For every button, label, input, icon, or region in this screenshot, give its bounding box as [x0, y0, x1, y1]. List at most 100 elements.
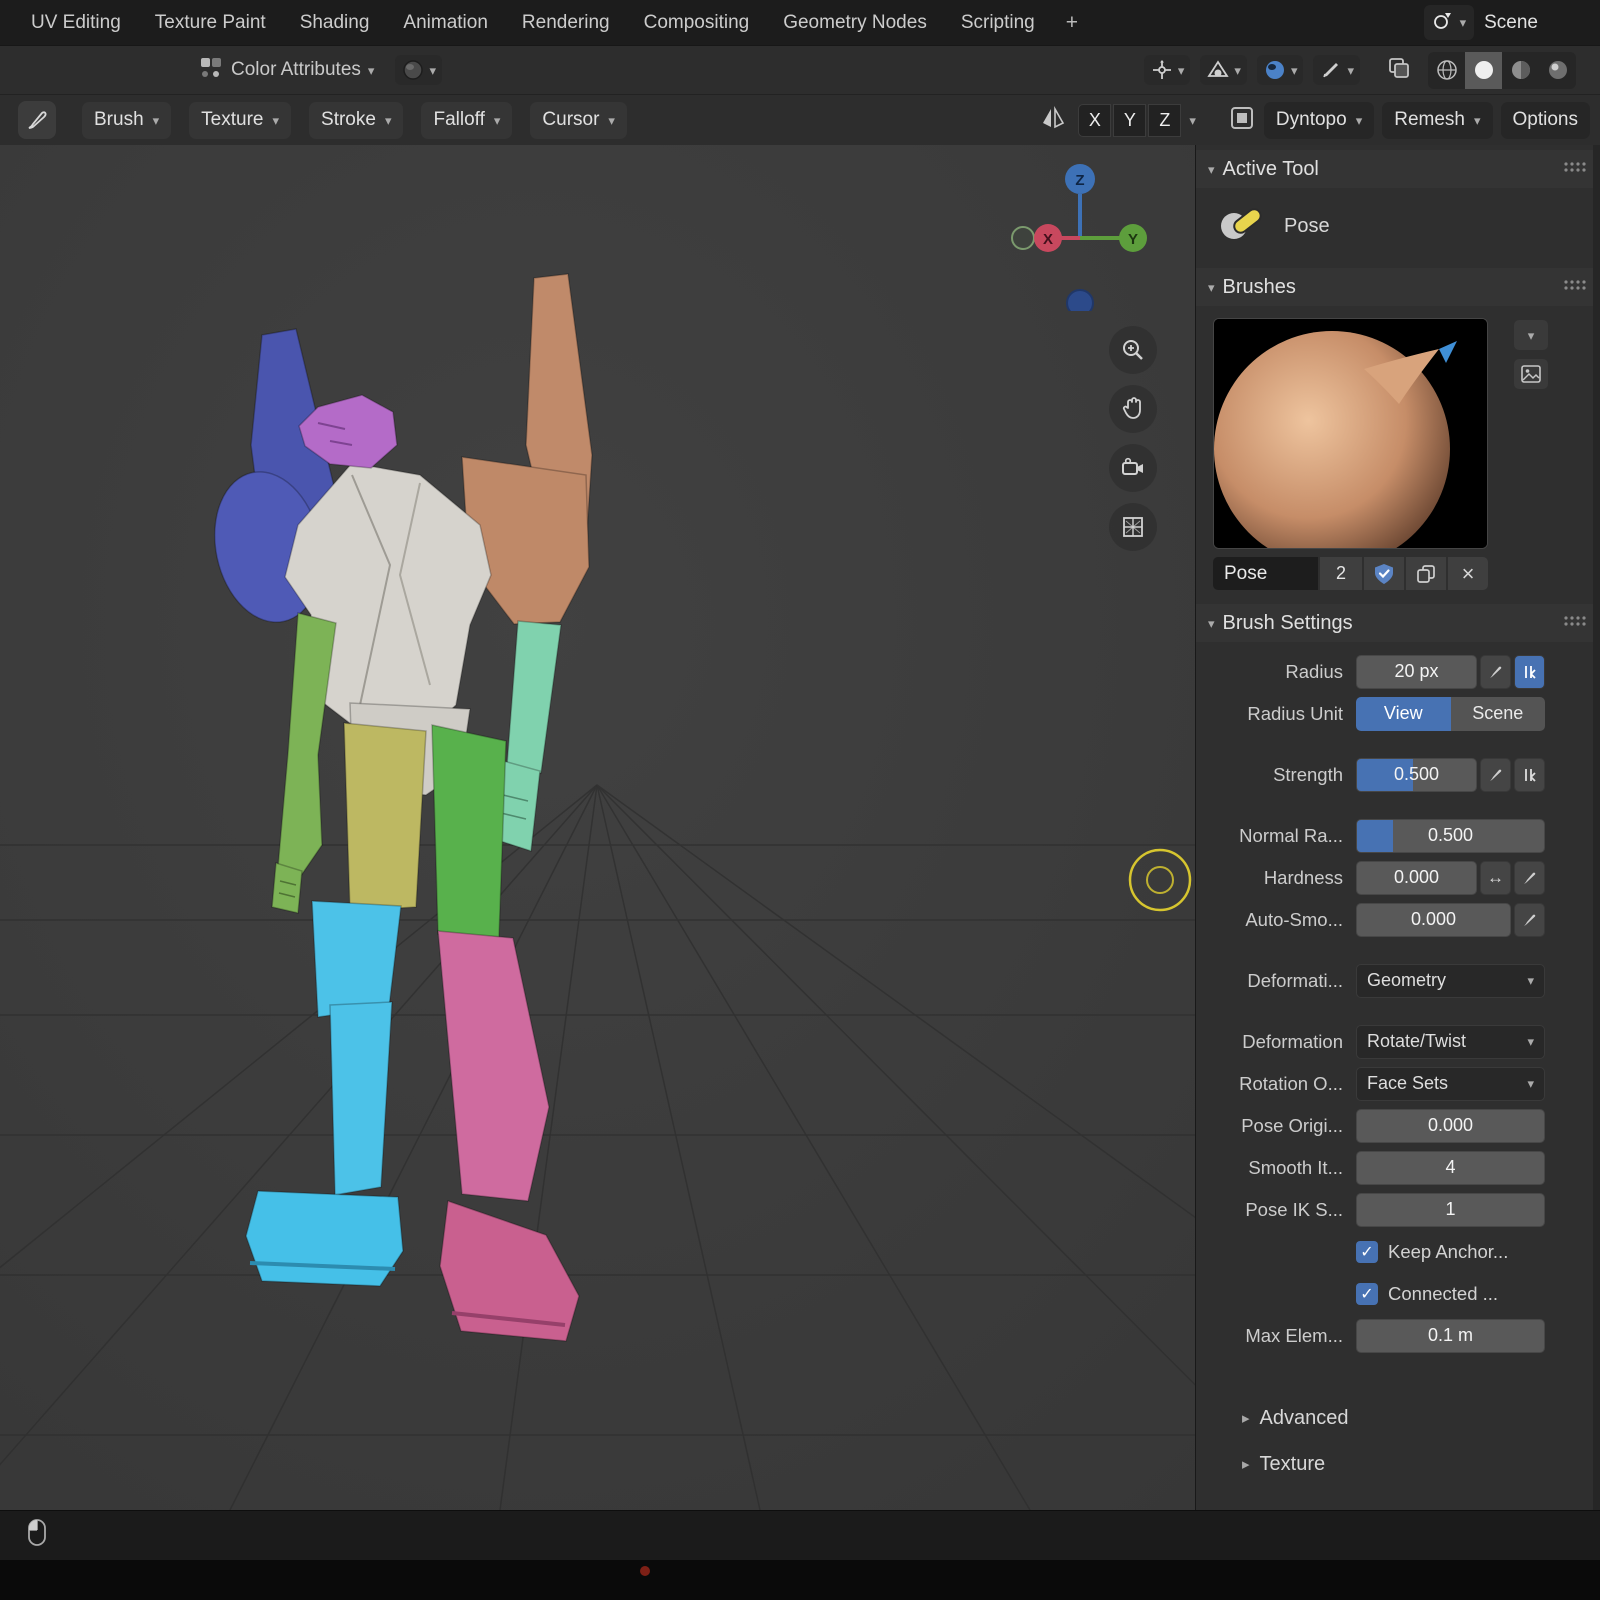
tab-uv-editing[interactable]: UV Editing [14, 0, 138, 45]
viewport-shading-sphere-toggle[interactable]: ▾ [1257, 55, 1304, 85]
deformation-target-row: Deformati... Geometry ▾ [1196, 962, 1545, 999]
viewport-overlays-toggle[interactable]: ▾ [1200, 55, 1247, 85]
add-workspace-button[interactable]: + [1052, 0, 1092, 45]
brushes-header[interactable]: ▾ Brushes [1196, 268, 1600, 306]
radius-unit-view-option[interactable]: View [1356, 697, 1451, 731]
viewport-header-row: Color Attributes ▾ ▾ ▾ ▾ ▾ ▾ [0, 45, 1600, 94]
shading-solid-button[interactable] [1465, 52, 1502, 89]
keep-anchor-checkbox[interactable]: ✓ [1356, 1241, 1378, 1263]
hardness-invert-icon[interactable]: ↔ [1480, 861, 1511, 895]
auto-smooth-pressure-brush-icon[interactable] [1514, 903, 1545, 937]
dyntopo-dropdown[interactable]: Dyntopo▾ [1264, 102, 1374, 139]
pose-ik-slider[interactable]: 1 [1356, 1193, 1545, 1227]
scene-name-label[interactable]: Scene [1484, 12, 1538, 34]
connected-checkbox[interactable]: ✓ [1356, 1283, 1378, 1305]
active-tool-header[interactable]: ▾ Active Tool [1196, 150, 1600, 188]
chevron-down-icon: ▾ [608, 114, 615, 127]
radius-unit-toggle-icon[interactable] [1514, 655, 1545, 689]
hardness-slider[interactable]: 0.000 [1356, 861, 1477, 895]
strength-slider[interactable]: 0.500 [1356, 758, 1477, 792]
fake-user-shield-button[interactable] [1364, 557, 1404, 590]
options-button[interactable]: Options [1501, 102, 1590, 139]
gizmo-minus-y[interactable] [1012, 227, 1034, 249]
chevron-down-icon: ▾ [1208, 617, 1215, 630]
shading-rendered-button[interactable] [1539, 52, 1576, 89]
brush-dropdown[interactable]: Brush▾ [82, 102, 171, 139]
sculpt-model-canvas[interactable] [0, 145, 1195, 1510]
active-tool-display[interactable]: Pose [1196, 188, 1600, 263]
tab-compositing[interactable]: Compositing [627, 0, 767, 45]
mirror-y-toggle[interactable]: Y [1113, 104, 1146, 137]
brush-image-button[interactable] [1514, 359, 1548, 389]
brush-color-swatch[interactable]: ▾ [395, 55, 442, 85]
mirror-z-toggle[interactable]: Z [1148, 104, 1181, 137]
stroke-dropdown[interactable]: Stroke▾ [309, 102, 403, 139]
chevron-down-icon[interactable]: ▾ [368, 64, 375, 77]
shading-material-button[interactable] [1502, 52, 1539, 89]
mirror-x-toggle[interactable]: X [1078, 104, 1111, 137]
window-bottom-edge [0, 1560, 1600, 1600]
brush-settings-header[interactable]: ▾ Brush Settings [1196, 604, 1600, 642]
pan-hand-button[interactable] [1109, 385, 1157, 433]
deformation-row: Deformation Rotate/Twist ▾ [1196, 1023, 1545, 1060]
radius-slider[interactable]: 20 px [1356, 655, 1477, 689]
chevron-down-icon: ▾ [1460, 16, 1467, 29]
radius-pressure-brush-icon[interactable] [1480, 655, 1511, 689]
active-brush-icon-button[interactable] [18, 101, 56, 139]
tab-shading[interactable]: Shading [283, 0, 387, 45]
deformation-target-dropdown[interactable]: Geometry ▾ [1356, 964, 1545, 998]
cursor-dropdown[interactable]: Cursor▾ [530, 102, 627, 139]
falloff-dropdown[interactable]: Falloff▾ [421, 102, 512, 139]
advanced-subpanel-header[interactable]: ▸ Advanced [1242, 1397, 1586, 1439]
radius-unit-scene-option[interactable]: Scene [1451, 697, 1546, 731]
strength-input-toggle-icon[interactable] [1514, 758, 1545, 792]
brush-name-input[interactable]: Pose [1213, 557, 1318, 590]
texture-dropdown[interactable]: Texture▾ [189, 102, 291, 139]
scene-selector[interactable]: ▾ [1424, 5, 1475, 40]
smooth-iterations-slider[interactable]: 4 [1356, 1151, 1545, 1185]
strength-pressure-brush-icon[interactable] [1480, 758, 1511, 792]
remesh-dropdown[interactable]: Remesh▾ [1382, 102, 1492, 139]
max-element-slider[interactable]: 0.1 m [1356, 1319, 1545, 1353]
tab-rendering[interactable]: Rendering [505, 0, 627, 45]
perspective-toggle-button[interactable] [1109, 503, 1157, 551]
rotation-origins-dropdown[interactable]: Face Sets ▾ [1356, 1067, 1545, 1101]
normal-radius-slider[interactable]: 0.500 [1356, 819, 1545, 853]
auto-smooth-slider[interactable]: 0.000 [1356, 903, 1511, 937]
xray-toggle-icon[interactable] [1386, 55, 1412, 86]
hardness-pressure-brush-icon[interactable] [1514, 861, 1545, 895]
duplicate-brush-button[interactable] [1406, 557, 1446, 590]
deformation-dropdown[interactable]: Rotate/Twist ▾ [1356, 1025, 1545, 1059]
zoom-button[interactable] [1109, 326, 1157, 374]
brush-user-count-button[interactable]: 2 [1320, 557, 1362, 590]
gizmo-minus-z[interactable] [1067, 290, 1093, 311]
brush-preview-dropdown-button[interactable]: ▾ [1514, 320, 1548, 350]
annotate-pen-toggle[interactable]: ▾ [1313, 55, 1360, 85]
tab-animation[interactable]: Animation [386, 0, 505, 45]
brush-preview-thumbnail[interactable] [1213, 318, 1488, 549]
3d-viewport[interactable]: Z X Y [0, 145, 1195, 1510]
panel-grip-icon[interactable] [1562, 614, 1588, 632]
texture-subpanel-header[interactable]: ▸ Texture [1242, 1443, 1586, 1485]
svg-text:X: X [1043, 231, 1053, 248]
pose-ik-row: Pose IK S... 1 [1196, 1191, 1545, 1228]
smooth-iterations-row: Smooth It... 4 [1196, 1149, 1545, 1186]
viewport-gizmos-toggle[interactable]: ▾ [1144, 55, 1191, 85]
remove-brush-button[interactable]: × [1448, 557, 1488, 590]
tab-texture-paint[interactable]: Texture Paint [138, 0, 283, 45]
chevron-down-icon[interactable]: ▾ [1189, 114, 1196, 127]
orientation-gizmo[interactable]: Z X Y [1008, 161, 1153, 311]
connected-row: ✓ Connected ... [1356, 1275, 1545, 1312]
shading-wireframe-button[interactable] [1428, 52, 1465, 89]
tab-scripting[interactable]: Scripting [944, 0, 1052, 45]
pose-origin-slider[interactable]: 0.000 [1356, 1109, 1545, 1143]
chevron-down-icon: ▾ [1291, 64, 1298, 77]
panel-grip-icon[interactable] [1562, 160, 1588, 178]
mask-settings-icon[interactable] [1228, 104, 1256, 137]
camera-view-button[interactable] [1109, 444, 1157, 492]
mirror-icon [1040, 105, 1066, 136]
tab-geometry-nodes[interactable]: Geometry Nodes [766, 0, 944, 45]
color-attributes-label[interactable]: Color Attributes [231, 59, 361, 81]
color-attributes-icon [198, 55, 224, 86]
panel-grip-icon[interactable] [1562, 278, 1588, 296]
